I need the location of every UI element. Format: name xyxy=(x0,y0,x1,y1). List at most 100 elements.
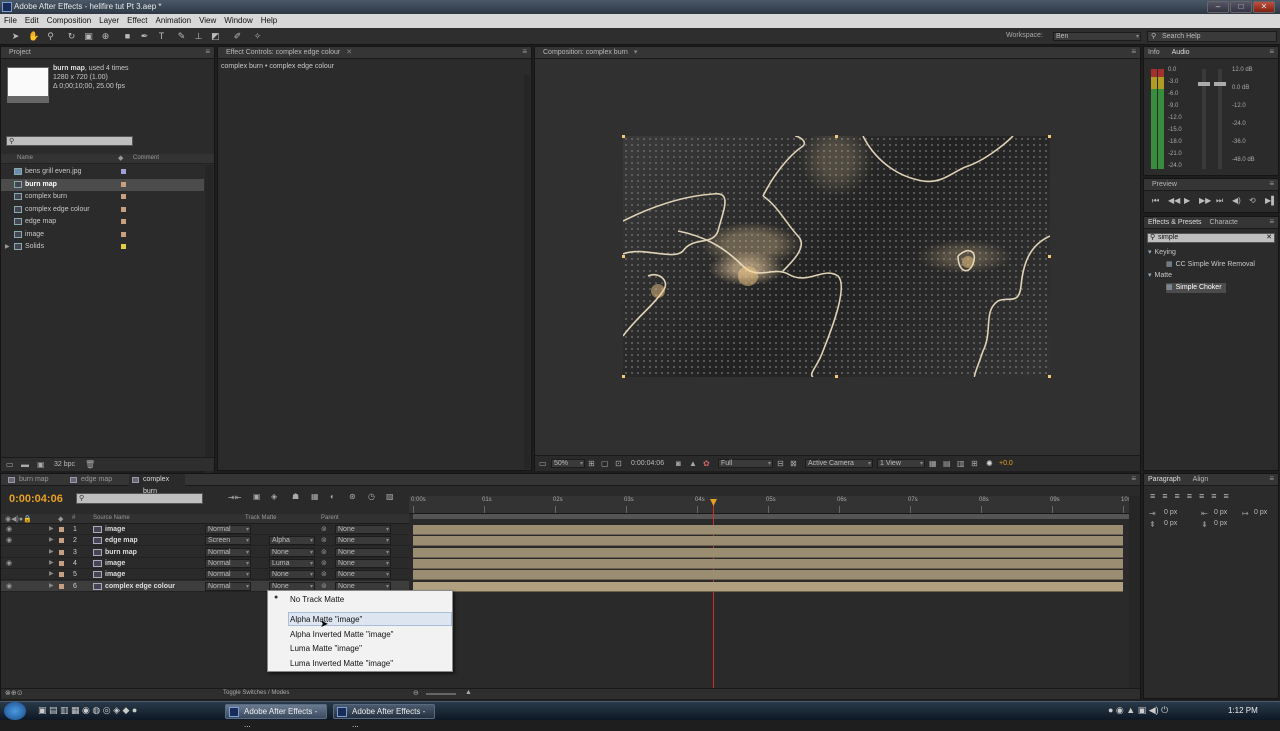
new-folder-icon[interactable]: ▬ xyxy=(21,460,29,469)
panel-menu-icon[interactable]: ≡ xyxy=(1269,474,1274,483)
pick-whip-icon[interactable]: ⊚ xyxy=(321,524,327,535)
transform-handle[interactable] xyxy=(1048,135,1051,138)
frame-blending-icon[interactable]: ▦ xyxy=(311,492,319,501)
transform-handle[interactable] xyxy=(835,135,838,138)
footer-switches-icon[interactable]: ⊗⊕⊙ xyxy=(5,689,23,697)
eraser-tool-icon[interactable]: ◩ xyxy=(210,31,221,42)
clock[interactable]: 1:12 PM xyxy=(1228,706,1258,715)
effects-category[interactable]: ▾ Matte xyxy=(1148,271,1172,281)
transform-handle[interactable] xyxy=(835,375,838,378)
label-color-swatch[interactable] xyxy=(59,583,64,589)
brush-tool-icon[interactable]: ✎ xyxy=(176,31,187,42)
project-item[interactable]: bens grill even.jpg xyxy=(1,166,204,178)
label-color-swatch[interactable] xyxy=(121,231,126,237)
panel-menu-icon[interactable]: ≡ xyxy=(1131,474,1136,483)
pick-whip-icon[interactable]: ⊚ xyxy=(321,547,327,558)
character-tab[interactable]: Characte xyxy=(1210,219,1238,226)
layer-row[interactable]: ◉ ▶ 4 image Normal Luma ⊚ None xyxy=(1,558,409,569)
label-color-swatch[interactable] xyxy=(121,181,126,187)
taskbar-after-effects-2[interactable]: Adobe After Effects - ... xyxy=(333,704,435,729)
label-color-swatch[interactable] xyxy=(59,549,64,555)
pick-whip-icon[interactable]: ⊚ xyxy=(321,569,327,580)
zoom-out-icon[interactable]: ⊖ xyxy=(413,689,419,697)
region-of-interest-icon[interactable]: ⊡ xyxy=(615,459,622,468)
panel-menu-icon[interactable]: ≡ xyxy=(1269,47,1274,56)
paragraph-tab[interactable]: Paragraph xyxy=(1148,476,1181,483)
workspace-select[interactable]: Ben xyxy=(1053,32,1141,41)
visibility-eye-icon[interactable]: ◉ xyxy=(6,524,12,535)
zoom-in-icon[interactable]: ▲ xyxy=(465,689,472,696)
layer-row[interactable]: ◉ ▶ 1 image Normal ⊚ None xyxy=(1,524,409,535)
rectangle-tool-icon[interactable]: ■ xyxy=(122,31,133,42)
project-tab[interactable]: Project xyxy=(1,47,214,59)
menu-layer[interactable]: Layer xyxy=(95,14,123,28)
track-matte-select[interactable]: Alpha xyxy=(269,536,315,546)
graph-editor-icon[interactable]: ▨ xyxy=(386,492,394,501)
menu-window[interactable]: Window xyxy=(220,14,256,28)
parent-select[interactable]: None xyxy=(335,525,391,534)
rotate-tool-icon[interactable]: ↻ xyxy=(66,31,77,42)
loop-icon[interactable]: ⟲ xyxy=(1249,196,1256,205)
transparency-grid-icon[interactable]: ⊠ xyxy=(790,459,797,468)
project-item[interactable]: image xyxy=(1,229,204,241)
menu-composition[interactable]: Composition xyxy=(43,14,95,28)
puppet-tool-icon[interactable]: ✧ xyxy=(252,31,263,42)
blend-mode-select[interactable]: Normal xyxy=(205,558,251,568)
effect-controls-scrollbar[interactable] xyxy=(524,75,530,469)
blend-mode-select[interactable]: Normal xyxy=(205,581,251,591)
expand-triangle-icon[interactable]: ▶ xyxy=(49,524,54,535)
audio-toggle-icon[interactable]: ◀) xyxy=(1232,196,1241,205)
layer-row[interactable]: ▶ 3 burn map Normal None ⊚ None xyxy=(1,547,409,558)
zoom-slider[interactable] xyxy=(426,693,456,695)
start-button[interactable] xyxy=(4,702,26,720)
minimize-button[interactable]: – xyxy=(1207,1,1229,13)
effect-item[interactable]: ▦ CC Simple Wire Removal xyxy=(1166,260,1255,270)
timeline-scrollbar[interactable] xyxy=(1129,496,1140,696)
project-item[interactable]: burn map xyxy=(1,178,204,191)
panel-menu-icon[interactable]: ≡ xyxy=(1269,179,1274,188)
composition-viewer-frame[interactable] xyxy=(622,135,1051,378)
space-after-field[interactable]: 0 px xyxy=(1214,520,1227,527)
indent-right-field[interactable]: 0 px xyxy=(1214,509,1227,516)
timeline-search-input[interactable]: ⚲ xyxy=(76,493,203,504)
system-tray-icons[interactable]: ● ◉ ▲ ▣ ◀) ⏻ xyxy=(1108,705,1168,716)
col-source-name[interactable]: Source Name xyxy=(93,515,130,521)
pick-whip-icon[interactable]: ⊚ xyxy=(321,535,327,546)
menu-view[interactable]: View xyxy=(195,14,220,28)
info-tab[interactable]: Info xyxy=(1148,49,1160,56)
label-color-swatch[interactable] xyxy=(121,206,126,212)
timeline-tab[interactable]: burn map xyxy=(5,474,61,486)
col-comment[interactable]: Comment xyxy=(133,155,159,161)
menu-help[interactable]: Help xyxy=(257,14,281,28)
fast-preview-icon[interactable]: ▤ xyxy=(943,459,951,468)
taskbar-after-effects-1[interactable]: Adobe After Effects - ... xyxy=(225,704,327,729)
menu-luma-inverted-matte[interactable]: Luma Inverted Matte "image" xyxy=(290,657,450,670)
layer-name[interactable]: edge map xyxy=(105,535,138,546)
new-composition-icon[interactable]: ▣ xyxy=(37,460,45,469)
track-matte-select[interactable]: None xyxy=(269,547,315,557)
draft-3d-icon[interactable]: ◈ xyxy=(271,492,277,501)
zoom-tool-icon[interactable]: ⚲ xyxy=(45,31,56,42)
timeline-current-time[interactable]: 0:00:04:06 xyxy=(9,493,63,505)
next-frame-icon[interactable]: ▶▶ xyxy=(1199,196,1211,205)
preview-tab[interactable]: Preview xyxy=(1144,179,1278,191)
toggle-mask-icon[interactable]: ▢ xyxy=(601,459,609,468)
quick-launch-icons[interactable]: ▣ ▤ ▥ ▦ ◉ ◍ ◎ ◈ ◆ ● xyxy=(38,705,137,716)
previous-frame-icon[interactable]: ◀◀ xyxy=(1168,196,1180,205)
label-color-swatch[interactable] xyxy=(59,560,64,566)
layer-row[interactable]: ▶ 5 image Normal None ⊚ None xyxy=(1,569,409,581)
time-ruler[interactable]: 0:00s 01s 02s 03s 04s 05s 06s 07s 08s 09s 10s xyxy=(409,496,1131,514)
hand-tool-icon[interactable]: ✋ xyxy=(28,31,39,42)
menu-luma-matte[interactable]: Luma Matte "image" xyxy=(290,642,450,655)
pen-tool-icon[interactable]: ✒ xyxy=(139,31,150,42)
menu-effect[interactable]: Effect xyxy=(123,14,151,28)
menu-alpha-matte[interactable]: Alpha Matte "image" xyxy=(290,613,450,626)
camera-select[interactable]: Active Camera xyxy=(805,459,873,468)
blend-mode-select[interactable]: Screen xyxy=(205,536,251,546)
work-area-bar[interactable] xyxy=(413,514,1129,519)
timeline-tab[interactable]: edge map xyxy=(67,474,123,486)
magnification-select[interactable]: 50% xyxy=(551,459,585,468)
label-color-swatch[interactable] xyxy=(121,219,126,224)
panel-menu-icon[interactable]: ≡ xyxy=(1269,217,1274,226)
layer-name[interactable]: image xyxy=(105,558,125,569)
